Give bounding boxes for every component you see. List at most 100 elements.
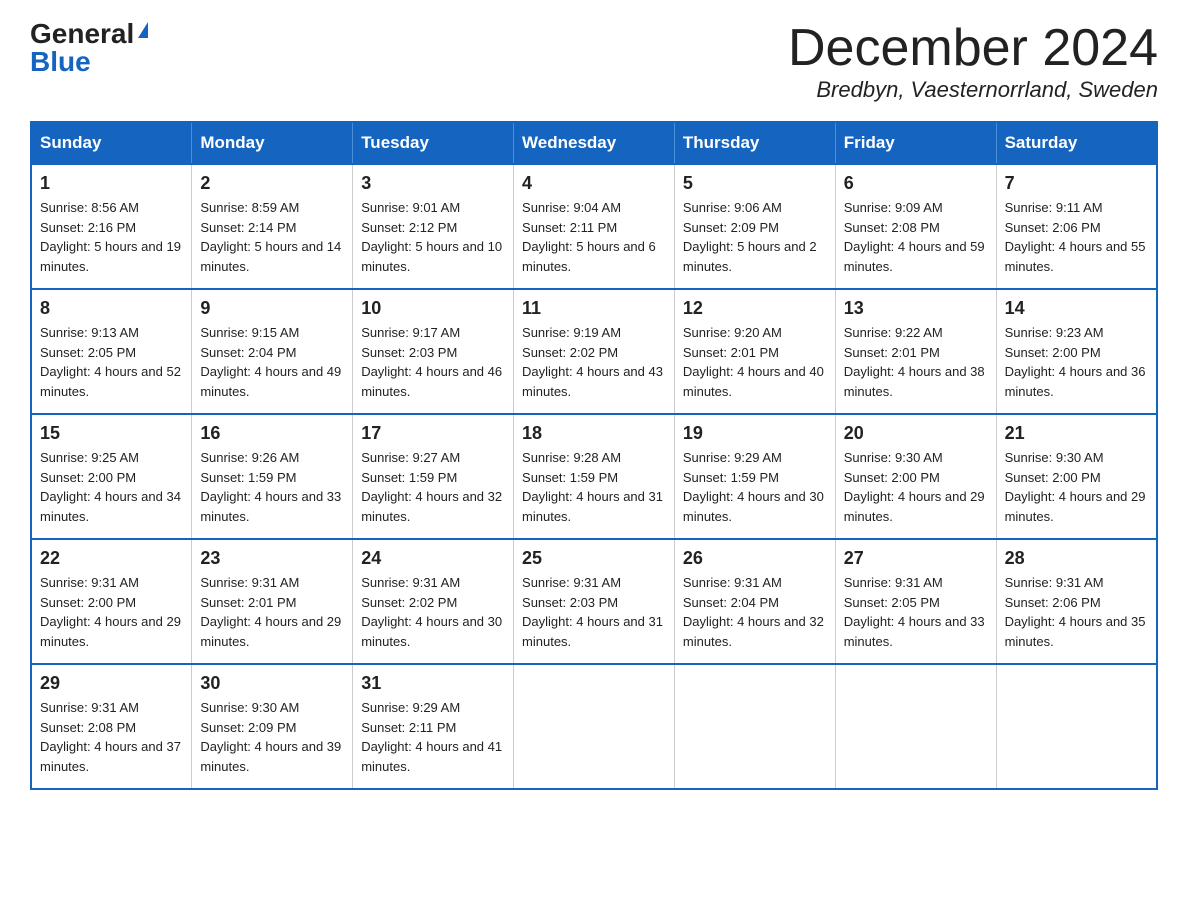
day-number: 10: [361, 298, 505, 319]
day-number: 9: [200, 298, 344, 319]
calendar-cell: [835, 664, 996, 789]
calendar-cell: 29 Sunrise: 9:31 AM Sunset: 2:08 PM Dayl…: [31, 664, 192, 789]
calendar-cell: [996, 664, 1157, 789]
day-number: 28: [1005, 548, 1148, 569]
calendar-cell: 22 Sunrise: 9:31 AM Sunset: 2:00 PM Dayl…: [31, 539, 192, 664]
calendar-cell: 7 Sunrise: 9:11 AM Sunset: 2:06 PM Dayli…: [996, 164, 1157, 289]
day-info: Sunrise: 9:23 AM Sunset: 2:00 PM Dayligh…: [1005, 323, 1148, 401]
calendar-cell: 28 Sunrise: 9:31 AM Sunset: 2:06 PM Dayl…: [996, 539, 1157, 664]
week-row-4: 22 Sunrise: 9:31 AM Sunset: 2:00 PM Dayl…: [31, 539, 1157, 664]
day-info: Sunrise: 9:31 AM Sunset: 2:05 PM Dayligh…: [844, 573, 988, 651]
day-number: 11: [522, 298, 666, 319]
day-info: Sunrise: 9:22 AM Sunset: 2:01 PM Dayligh…: [844, 323, 988, 401]
day-info: Sunrise: 9:31 AM Sunset: 2:03 PM Dayligh…: [522, 573, 666, 651]
day-info: Sunrise: 9:11 AM Sunset: 2:06 PM Dayligh…: [1005, 198, 1148, 276]
calendar-cell: 20 Sunrise: 9:30 AM Sunset: 2:00 PM Dayl…: [835, 414, 996, 539]
calendar-cell: 24 Sunrise: 9:31 AM Sunset: 2:02 PM Dayl…: [353, 539, 514, 664]
day-info: Sunrise: 9:17 AM Sunset: 2:03 PM Dayligh…: [361, 323, 505, 401]
day-number: 8: [40, 298, 183, 319]
day-number: 5: [683, 173, 827, 194]
calendar-cell: 8 Sunrise: 9:13 AM Sunset: 2:05 PM Dayli…: [31, 289, 192, 414]
calendar-cell: 31 Sunrise: 9:29 AM Sunset: 2:11 PM Dayl…: [353, 664, 514, 789]
day-number: 29: [40, 673, 183, 694]
calendar-cell: 3 Sunrise: 9:01 AM Sunset: 2:12 PM Dayli…: [353, 164, 514, 289]
logo-blue-text: Blue: [30, 48, 91, 76]
week-row-5: 29 Sunrise: 9:31 AM Sunset: 2:08 PM Dayl…: [31, 664, 1157, 789]
day-info: Sunrise: 9:30 AM Sunset: 2:00 PM Dayligh…: [844, 448, 988, 526]
calendar-cell: 25 Sunrise: 9:31 AM Sunset: 2:03 PM Dayl…: [514, 539, 675, 664]
logo-triangle-icon: [138, 22, 148, 38]
day-info: Sunrise: 8:56 AM Sunset: 2:16 PM Dayligh…: [40, 198, 183, 276]
day-number: 17: [361, 423, 505, 444]
day-info: Sunrise: 9:26 AM Sunset: 1:59 PM Dayligh…: [200, 448, 344, 526]
day-number: 16: [200, 423, 344, 444]
page-header: General Blue December 2024 Bredbyn, Vaes…: [30, 20, 1158, 103]
day-number: 7: [1005, 173, 1148, 194]
calendar-cell: 30 Sunrise: 9:30 AM Sunset: 2:09 PM Dayl…: [192, 664, 353, 789]
calendar-cell: 11 Sunrise: 9:19 AM Sunset: 2:02 PM Dayl…: [514, 289, 675, 414]
location: Bredbyn, Vaesternorrland, Sweden: [788, 77, 1158, 103]
day-number: 3: [361, 173, 505, 194]
calendar-cell: 23 Sunrise: 9:31 AM Sunset: 2:01 PM Dayl…: [192, 539, 353, 664]
day-info: Sunrise: 9:31 AM Sunset: 2:02 PM Dayligh…: [361, 573, 505, 651]
day-info: Sunrise: 9:27 AM Sunset: 1:59 PM Dayligh…: [361, 448, 505, 526]
day-number: 14: [1005, 298, 1148, 319]
day-info: Sunrise: 8:59 AM Sunset: 2:14 PM Dayligh…: [200, 198, 344, 276]
title-block: December 2024 Bredbyn, Vaesternorrland, …: [788, 20, 1158, 103]
day-info: Sunrise: 9:01 AM Sunset: 2:12 PM Dayligh…: [361, 198, 505, 276]
day-info: Sunrise: 9:13 AM Sunset: 2:05 PM Dayligh…: [40, 323, 183, 401]
day-number: 6: [844, 173, 988, 194]
day-number: 1: [40, 173, 183, 194]
weekday-header-sunday: Sunday: [31, 122, 192, 164]
day-number: 12: [683, 298, 827, 319]
day-number: 13: [844, 298, 988, 319]
calendar-cell: [674, 664, 835, 789]
week-row-1: 1 Sunrise: 8:56 AM Sunset: 2:16 PM Dayli…: [31, 164, 1157, 289]
day-number: 20: [844, 423, 988, 444]
weekday-header-tuesday: Tuesday: [353, 122, 514, 164]
day-info: Sunrise: 9:20 AM Sunset: 2:01 PM Dayligh…: [683, 323, 827, 401]
day-info: Sunrise: 9:30 AM Sunset: 2:09 PM Dayligh…: [200, 698, 344, 776]
calendar-cell: 2 Sunrise: 8:59 AM Sunset: 2:14 PM Dayli…: [192, 164, 353, 289]
day-info: Sunrise: 9:04 AM Sunset: 2:11 PM Dayligh…: [522, 198, 666, 276]
calendar-cell: 21 Sunrise: 9:30 AM Sunset: 2:00 PM Dayl…: [996, 414, 1157, 539]
weekday-header-saturday: Saturday: [996, 122, 1157, 164]
day-number: 19: [683, 423, 827, 444]
day-number: 2: [200, 173, 344, 194]
calendar-table: SundayMondayTuesdayWednesdayThursdayFrid…: [30, 121, 1158, 790]
calendar-cell: 15 Sunrise: 9:25 AM Sunset: 2:00 PM Dayl…: [31, 414, 192, 539]
calendar-cell: 4 Sunrise: 9:04 AM Sunset: 2:11 PM Dayli…: [514, 164, 675, 289]
day-info: Sunrise: 9:29 AM Sunset: 2:11 PM Dayligh…: [361, 698, 505, 776]
weekday-header-friday: Friday: [835, 122, 996, 164]
weekday-header-monday: Monday: [192, 122, 353, 164]
day-number: 4: [522, 173, 666, 194]
day-number: 25: [522, 548, 666, 569]
day-info: Sunrise: 9:31 AM Sunset: 2:08 PM Dayligh…: [40, 698, 183, 776]
day-number: 30: [200, 673, 344, 694]
calendar-cell: 6 Sunrise: 9:09 AM Sunset: 2:08 PM Dayli…: [835, 164, 996, 289]
day-info: Sunrise: 9:29 AM Sunset: 1:59 PM Dayligh…: [683, 448, 827, 526]
calendar-cell: 12 Sunrise: 9:20 AM Sunset: 2:01 PM Dayl…: [674, 289, 835, 414]
day-info: Sunrise: 9:30 AM Sunset: 2:00 PM Dayligh…: [1005, 448, 1148, 526]
logo-general-text: General: [30, 20, 134, 48]
calendar-cell: 19 Sunrise: 9:29 AM Sunset: 1:59 PM Dayl…: [674, 414, 835, 539]
day-number: 15: [40, 423, 183, 444]
day-info: Sunrise: 9:09 AM Sunset: 2:08 PM Dayligh…: [844, 198, 988, 276]
calendar-cell: 17 Sunrise: 9:27 AM Sunset: 1:59 PM Dayl…: [353, 414, 514, 539]
day-number: 24: [361, 548, 505, 569]
day-info: Sunrise: 9:28 AM Sunset: 1:59 PM Dayligh…: [522, 448, 666, 526]
day-number: 23: [200, 548, 344, 569]
month-title: December 2024: [788, 20, 1158, 77]
weekday-header-wednesday: Wednesday: [514, 122, 675, 164]
day-number: 18: [522, 423, 666, 444]
calendar-cell: 16 Sunrise: 9:26 AM Sunset: 1:59 PM Dayl…: [192, 414, 353, 539]
day-info: Sunrise: 9:19 AM Sunset: 2:02 PM Dayligh…: [522, 323, 666, 401]
calendar-cell: 1 Sunrise: 8:56 AM Sunset: 2:16 PM Dayli…: [31, 164, 192, 289]
calendar-cell: [514, 664, 675, 789]
day-number: 22: [40, 548, 183, 569]
day-info: Sunrise: 9:31 AM Sunset: 2:06 PM Dayligh…: [1005, 573, 1148, 651]
logo: General Blue: [30, 20, 148, 76]
calendar-cell: 5 Sunrise: 9:06 AM Sunset: 2:09 PM Dayli…: [674, 164, 835, 289]
calendar-cell: 9 Sunrise: 9:15 AM Sunset: 2:04 PM Dayli…: [192, 289, 353, 414]
day-info: Sunrise: 9:25 AM Sunset: 2:00 PM Dayligh…: [40, 448, 183, 526]
